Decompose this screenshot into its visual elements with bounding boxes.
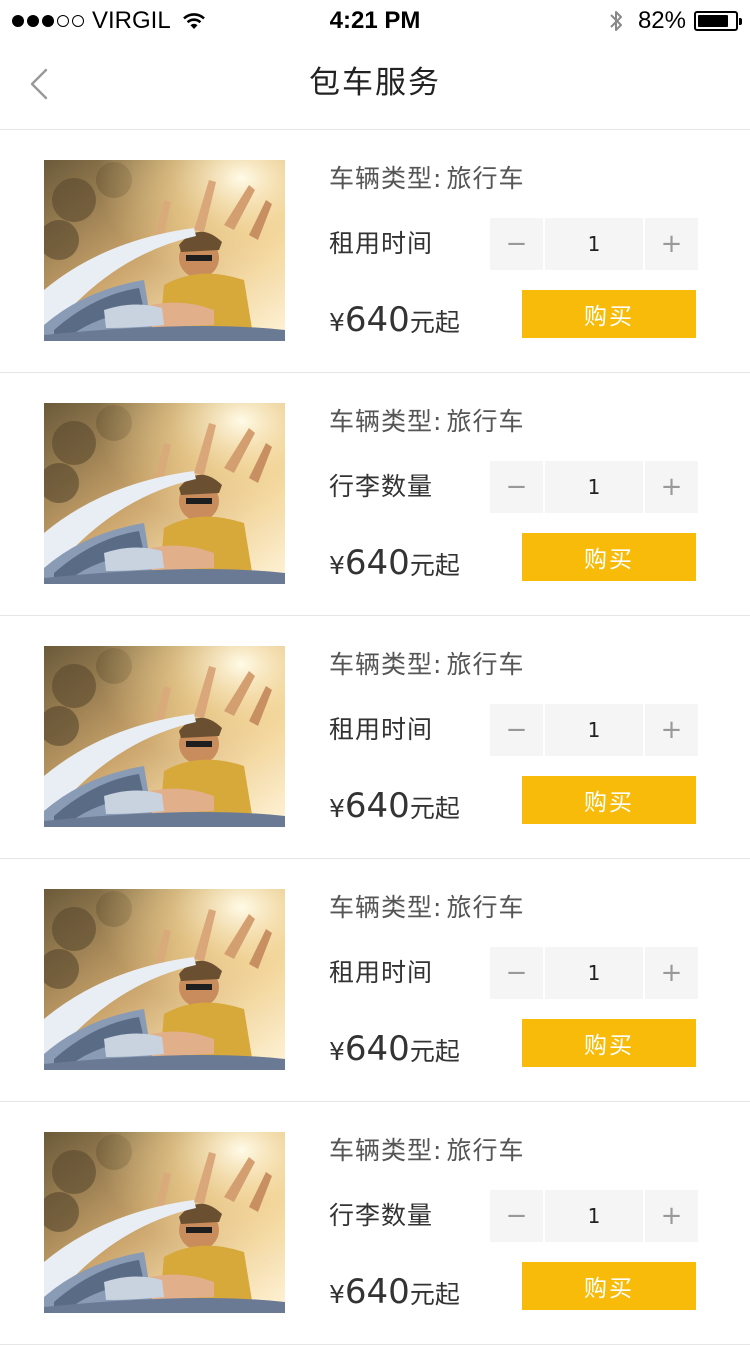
price: ¥640元起 [329,541,460,591]
vehicle-type-label: 车辆类型: [329,407,443,436]
currency-symbol: ¥ [329,308,345,337]
quantity-value[interactable]: 1 [543,218,645,270]
option-label: 行李数量 [329,472,434,501]
list-item: 车辆类型: 旅行车 租用时间 − 1 + ¥640元起 购买 [0,130,750,373]
option-label: 租用时间 [329,715,434,744]
quantity-value[interactable]: 1 [543,947,645,999]
vehicle-type-row: 车辆类型: 旅行车 [329,405,524,439]
charter-service-list: 车辆类型: 旅行车 租用时间 − 1 + ¥640元起 购买 车辆类型: 旅行车… [0,130,750,1345]
vehicle-type-row: 车辆类型: 旅行车 [329,648,524,682]
car-photo[interactable] [44,646,285,827]
price-suffix: 元起 [409,1037,460,1066]
decrement-button[interactable]: − [490,1190,543,1242]
increment-button[interactable]: + [645,461,698,513]
buy-button[interactable]: 购买 [522,776,696,824]
page-title: 包车服务 [309,65,441,101]
vehicle-type-value: 旅行车 [446,1136,525,1165]
list-item: 车辆类型: 旅行车 租用时间 − 1 + ¥640元起 购买 [0,616,750,859]
quantity-stepper: − 1 + [490,947,698,999]
car-photo[interactable] [44,160,285,341]
decrement-button[interactable]: − [490,461,543,513]
buy-button[interactable]: 购买 [522,1262,696,1310]
quantity-stepper: − 1 + [490,1190,698,1242]
quantity-stepper: − 1 + [490,461,698,513]
price: ¥640元起 [329,1270,460,1320]
list-item: 车辆类型: 旅行车 租用时间 − 1 + ¥640元起 购买 [0,859,750,1102]
quantity-value[interactable]: 1 [543,1190,645,1242]
decrement-button[interactable]: − [490,218,543,270]
price: ¥640元起 [329,298,460,348]
price-suffix: 元起 [409,308,460,337]
vehicle-type-row: 车辆类型: 旅行车 [329,1134,524,1168]
vehicle-type-value: 旅行车 [446,650,525,679]
increment-button[interactable]: + [645,704,698,756]
car-photo[interactable] [44,403,285,584]
vehicle-type-label: 车辆类型: [329,650,443,679]
price-suffix: 元起 [409,1280,460,1309]
price-amount: 640 [344,1272,410,1312]
vehicle-type-label: 车辆类型: [329,164,443,193]
buy-button[interactable]: 购买 [522,1019,696,1067]
price-suffix: 元起 [409,794,460,823]
quantity-value[interactable]: 1 [543,704,645,756]
option-label: 租用时间 [329,229,434,258]
battery-percentage: 82% [637,7,686,34]
decrement-button[interactable]: − [490,704,543,756]
option-label: 租用时间 [329,958,434,987]
currency-symbol: ¥ [329,1037,345,1066]
quantity-stepper: − 1 + [490,218,698,270]
price: ¥640元起 [329,784,460,834]
currency-symbol: ¥ [329,551,345,580]
quantity-value[interactable]: 1 [543,461,645,513]
buy-button[interactable]: 购买 [522,290,696,338]
vehicle-type-value: 旅行车 [446,893,525,922]
car-photo[interactable] [44,889,285,1070]
list-item: 车辆类型: 旅行车 行李数量 − 1 + ¥640元起 购买 [0,373,750,616]
vehicle-type-row: 车辆类型: 旅行车 [329,891,524,925]
vehicle-type-label: 车辆类型: [329,1136,443,1165]
battery-icon [694,11,742,31]
increment-button[interactable]: + [645,1190,698,1242]
buy-button[interactable]: 购买 [522,533,696,581]
vehicle-type-row: 车辆类型: 旅行车 [329,162,524,196]
price-amount: 640 [344,1029,410,1069]
currency-symbol: ¥ [329,1280,345,1309]
vehicle-type-value: 旅行车 [446,407,525,436]
car-photo[interactable] [44,1132,285,1313]
price: ¥640元起 [329,1027,460,1077]
price-amount: 640 [344,300,410,340]
currency-symbol: ¥ [329,794,345,823]
price-amount: 640 [344,543,410,583]
option-label: 行李数量 [329,1201,434,1230]
quantity-stepper: − 1 + [490,704,698,756]
price-suffix: 元起 [409,551,460,580]
vehicle-type-label: 车辆类型: [329,893,443,922]
status-right: 82% [608,6,742,36]
bluetooth-icon [610,11,622,31]
decrement-button[interactable]: − [490,947,543,999]
price-amount: 640 [344,786,410,826]
increment-button[interactable]: + [645,218,698,270]
increment-button[interactable]: + [645,947,698,999]
list-item: 车辆类型: 旅行车 行李数量 − 1 + ¥640元起 购买 [0,1102,750,1345]
vehicle-type-value: 旅行车 [446,164,525,193]
navigation-bar: 包车服务 [0,40,750,130]
status-bar: VIRGIL 4:21 PM 82% [0,0,750,40]
